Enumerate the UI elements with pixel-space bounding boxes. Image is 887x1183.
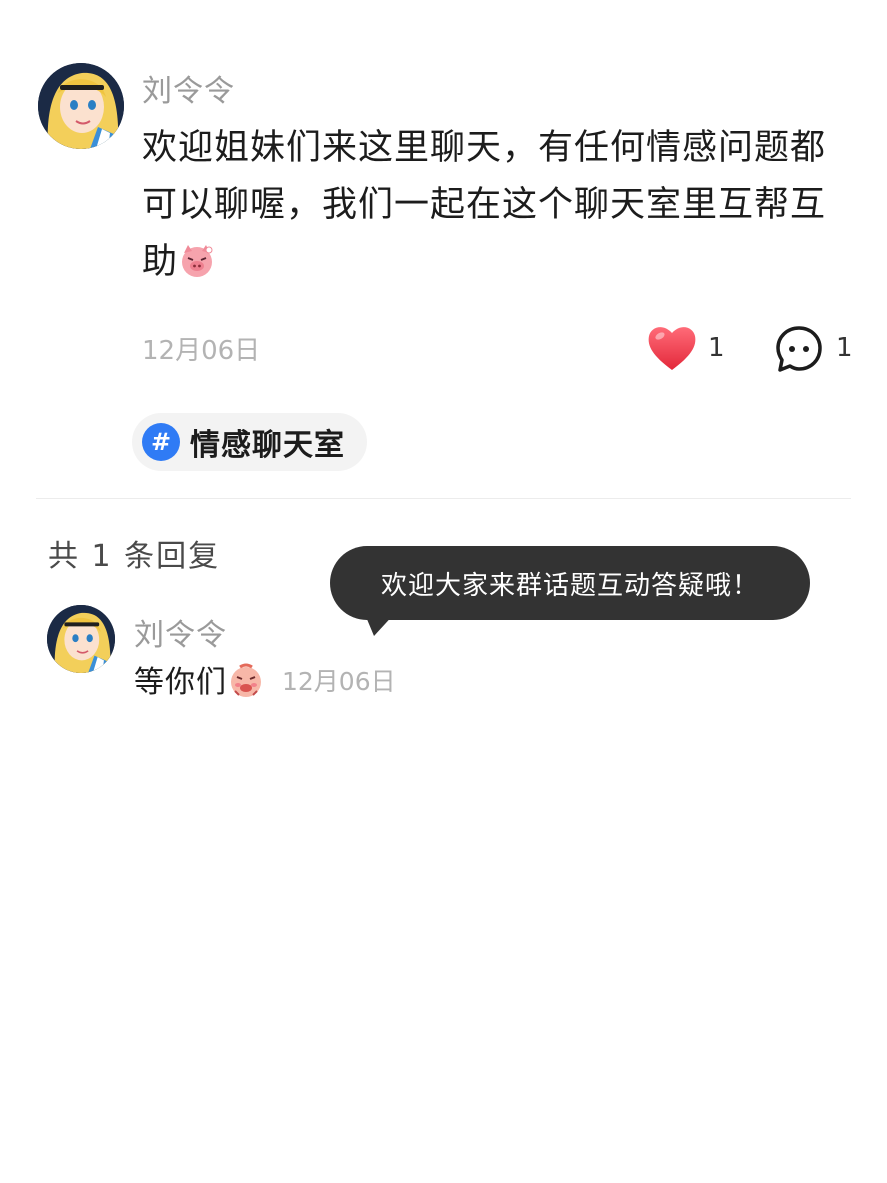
topic-label: 情感聊天室 [190, 428, 345, 463]
tooltip-text: 欢迎大家来群话题互动答疑哦！ [380, 570, 759, 601]
cartoon-girl-avatar-icon [47, 605, 115, 673]
like-heart-icon[interactable] [645, 322, 699, 374]
comment-bubble-icon[interactable] [774, 324, 824, 374]
reply-text: 等你们 [134, 657, 265, 701]
pig-face-emoji-icon [178, 240, 216, 278]
reply-author-name[interactable]: 刘令令 [134, 610, 227, 654]
cartoon-girl-avatar-icon [38, 63, 124, 149]
reply-count-label: 共 1 条回复 [48, 539, 221, 574]
reply-date: 12月06日 [282, 667, 396, 696]
hashtag-icon: # [142, 423, 180, 461]
section-divider [36, 498, 851, 499]
post-body-text: 欢迎姐妹们来这里聊天，有任何情感问题都可以聊喔，我们一起在这个聊天室里互帮互助 [142, 128, 827, 282]
reply-text-content: 等你们 [134, 665, 227, 700]
comment-count: 1 [836, 333, 853, 363]
post-body: 欢迎姐妹们来这里聊天，有任何情感问题都可以聊喔，我们一起在这个聊天室里互帮互助 [142, 120, 842, 291]
post-author-name[interactable]: 刘令令 [142, 66, 235, 110]
reply-author-avatar[interactable] [47, 605, 115, 673]
post-date: 12月06日 [142, 336, 261, 366]
blushing-face-emoji-icon [227, 661, 265, 699]
like-count: 1 [708, 333, 725, 363]
tooltip-bubble: 欢迎大家来群话题互动答疑哦！ [330, 546, 810, 620]
topic-chip[interactable]: # 情感聊天室 [132, 413, 367, 471]
post-author-avatar[interactable] [38, 63, 124, 149]
